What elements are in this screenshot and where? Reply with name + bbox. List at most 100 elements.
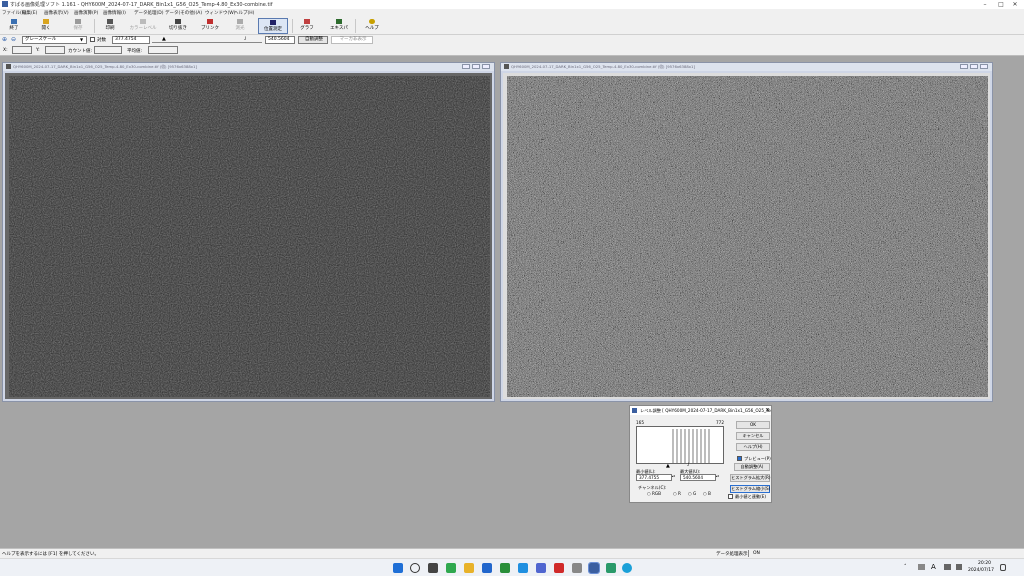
app-icon-green[interactable]	[606, 563, 616, 573]
auto-adjust-button[interactable]: 自動調整	[298, 36, 328, 44]
browser-icon[interactable]	[622, 563, 632, 573]
level-slider[interactable]: ▲ ┘	[152, 36, 262, 43]
child-title-bar[interactable]: QHY600M_2024-07-17_DARK_Bin1x1_G56_O25_T…	[3, 63, 494, 71]
subaru-app-icon[interactable]	[588, 562, 600, 574]
maximize-button[interactable]: □	[994, 0, 1008, 9]
min-spin-icon[interactable]: ▴▾	[672, 474, 676, 481]
child-title-bar[interactable]: QHY600M_2024-07-17_DARK_Bin1x1_G56_O25_T…	[501, 63, 992, 71]
max-spin-icon[interactable]: ▴▾	[716, 474, 720, 481]
min-slider-handle[interactable]: ▲	[162, 36, 166, 42]
channel-b-radio[interactable]: ○ B	[703, 491, 711, 496]
graph-button[interactable]: グラフ	[297, 18, 317, 34]
channel-rgb-radio[interactable]: ○ RGB	[647, 491, 661, 496]
max-slider-handle[interactable]: ┘	[244, 37, 247, 43]
search-icon[interactable]	[410, 563, 420, 573]
max-value-field[interactable]: 540.5604	[265, 36, 295, 44]
photometry-button[interactable]: 測光	[230, 18, 250, 34]
child-minimize-button[interactable]	[462, 64, 470, 69]
app-icon-blue[interactable]	[518, 563, 528, 573]
app-icon-gray[interactable]	[572, 563, 582, 573]
min-level-handle[interactable]: ▲	[666, 463, 670, 469]
max-value-input[interactable]: 540.5604	[680, 474, 716, 481]
chevron-up-icon[interactable]: ˄	[904, 564, 907, 570]
task-view-icon[interactable]	[428, 563, 438, 573]
channel-r-radio[interactable]: ○ R	[673, 491, 681, 496]
marker-hide-button[interactable]: マーカ非表示	[331, 36, 373, 44]
auto-adjust-dialog-button[interactable]: 自動調整(A)	[734, 463, 770, 471]
y-label: Y:	[36, 48, 40, 53]
chevron-down-icon[interactable]: ▼	[80, 37, 83, 42]
x-value	[12, 46, 32, 54]
ok-button[interactable]: OK	[736, 421, 770, 429]
network-icon[interactable]	[918, 564, 925, 570]
histogram[interactable]	[636, 426, 724, 464]
color-level-button[interactable]: カラーレベル	[126, 18, 160, 34]
menu-info[interactable]: 画像情報(I)	[103, 10, 126, 16]
help-icon	[369, 19, 375, 24]
menu-data-other[interactable]: データ(その他)(A)	[165, 10, 202, 16]
toolbar-separator	[94, 19, 95, 33]
zoom-out-icon[interactable]: ⊖	[11, 36, 16, 43]
zoom-in-icon[interactable]: ⊕	[2, 36, 7, 43]
menu-operation[interactable]: 画像演算(P)	[74, 10, 98, 16]
security-icon[interactable]	[536, 563, 546, 573]
child-close-button[interactable]	[482, 64, 490, 69]
clock-time[interactable]: 20:20	[978, 561, 991, 566]
crop-button[interactable]: 切り抜き	[165, 18, 191, 34]
image-window-left[interactable]: QHY600M_2024-07-17_DARK_Bin1x1_G56_O25_T…	[2, 62, 495, 402]
exit-button[interactable]: 終了	[4, 18, 24, 34]
ime-indicator[interactable]: A	[931, 563, 936, 571]
window-title: すばる画像処理ソフト 1.161 - QHY600M_2024-07-17_DA…	[10, 2, 273, 8]
edge-icon[interactable]	[446, 563, 456, 573]
child-minimize-button[interactable]	[960, 64, 968, 69]
child-maximize-button[interactable]	[970, 64, 978, 69]
start-icon[interactable]	[393, 563, 403, 573]
minimize-button[interactable]: –	[978, 0, 992, 9]
position-button[interactable]: 位置測定	[258, 18, 288, 34]
menu-help[interactable]: ヘルプ(H)	[234, 10, 254, 16]
close-button[interactable]: ✕	[1008, 0, 1022, 9]
histogram-plot	[672, 429, 710, 463]
dialog-help-button[interactable]: ヘルプ(H)	[736, 443, 770, 451]
channel-g-radio[interactable]: ○ G	[688, 491, 696, 496]
min-value-input[interactable]: 377.4755	[636, 474, 672, 481]
min-value-field[interactable]: 377.4754	[112, 36, 150, 44]
hist-expand-button[interactable]: ヒストグラム拡大(R)	[730, 474, 771, 482]
save-icon	[75, 19, 81, 24]
help-button[interactable]: ヘルプ	[362, 18, 382, 34]
colormap-select[interactable]: グレースケール	[22, 36, 87, 44]
stretched-frame-image[interactable]	[507, 76, 988, 397]
minmax-link-checkbox[interactable]	[728, 494, 733, 499]
log-checkbox[interactable]	[90, 37, 95, 42]
chrome-icon[interactable]	[500, 563, 510, 573]
mail-icon[interactable]	[482, 563, 492, 573]
print-button[interactable]: 印刷	[100, 18, 120, 34]
volume-icon[interactable]	[956, 564, 962, 570]
save-button[interactable]: 保存	[68, 18, 88, 34]
coordinate-bar: X: Y: カウント値: 平均値:	[0, 45, 1024, 56]
menu-data[interactable]: データ処理(D)	[134, 10, 163, 16]
hist-min-label: 165	[636, 420, 644, 425]
menu-view[interactable]: 画像表示(V)	[44, 10, 69, 16]
level-dialog[interactable]: レベル調整 [ QHY600M_2024-07-17_DARK_Bin1x1_G…	[629, 405, 772, 503]
dark-frame-image[interactable]	[9, 76, 490, 397]
menu-edit[interactable]: 編集(E)	[22, 10, 37, 16]
child-close-button[interactable]	[980, 64, 988, 69]
app-icon-red[interactable]	[554, 563, 564, 573]
explorer-icon[interactable]	[464, 563, 474, 573]
hist-shrink-button[interactable]: ヒストグラム縮小(S)	[730, 485, 770, 493]
child-title: QHY600M_2024-07-17_DARK_Bin1x1_G56_O25_T…	[511, 64, 695, 69]
dialog-close-button[interactable]: ✕	[765, 407, 770, 414]
notification-icon[interactable]	[1000, 564, 1006, 571]
preview-checkbox[interactable]	[737, 456, 742, 461]
blink-button[interactable]: ブリンク	[198, 18, 222, 34]
child-maximize-button[interactable]	[472, 64, 480, 69]
image-window-right[interactable]: QHY600M_2024-07-17_DARK_Bin1x1_G56_O25_T…	[500, 62, 993, 402]
status-bar: ヘルプを表示するには [F1] を押してください。 データ処理表示 ON	[0, 548, 1024, 558]
wifi-icon[interactable]	[944, 564, 951, 570]
cancel-button[interactable]: キャンセル	[736, 432, 770, 440]
expert-button[interactable]: エキスパ	[328, 18, 350, 34]
clock-date[interactable]: 2024/07/17	[968, 568, 994, 573]
menu-window[interactable]: ウィンドウ(W)	[205, 10, 235, 16]
open-button[interactable]: 開く	[36, 18, 56, 34]
